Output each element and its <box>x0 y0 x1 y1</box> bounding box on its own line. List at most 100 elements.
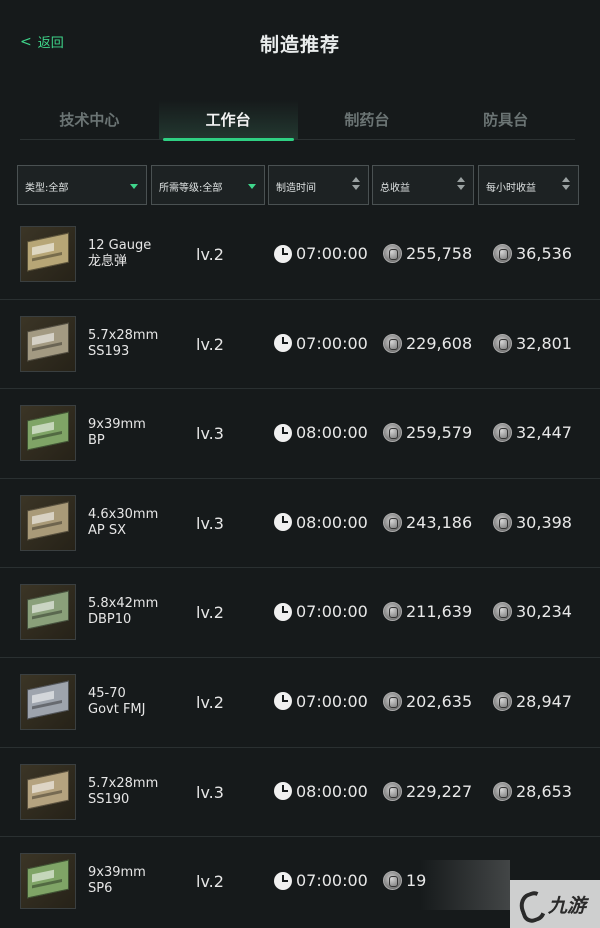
ammo-box-icon <box>27 590 69 630</box>
item-name: 45-70 Govt FMJ <box>88 686 145 718</box>
total-profit-value: 229,227 <box>406 781 473 801</box>
coin-icon <box>383 512 402 532</box>
sort-by-hourly-button[interactable]: 每小时收益 <box>478 165 579 205</box>
hourly-sort-label: 每小时收益 <box>486 183 536 194</box>
craft-time: 07:00:00 <box>274 871 368 890</box>
total-profit: 211,639 <box>383 602 473 622</box>
header: < 返回 制造推荐 <box>0 0 600 90</box>
item-name: 9x39mm SP6 <box>88 865 146 897</box>
craft-time-value: 07:00:00 <box>296 602 368 622</box>
required-level: lv.2 <box>196 603 224 623</box>
hourly-profit: 28,653 <box>493 781 572 801</box>
required-level: lv.2 <box>196 245 224 264</box>
sort-by-time-button[interactable]: 制造时间 <box>268 165 369 205</box>
total-profit: 243,186 <box>383 512 473 532</box>
coin-icon <box>493 781 512 801</box>
item-name-line2: AP SX <box>88 522 127 538</box>
sort-by-total-button[interactable]: 总收益 <box>372 165 474 205</box>
total-profit-value: 255,758 <box>406 244 473 263</box>
coin-icon <box>383 244 402 263</box>
tab-medical-station[interactable]: 制药台 <box>298 100 437 139</box>
item-name-line1: 9x39mm <box>88 417 146 433</box>
hourly-profit-value: 28,653 <box>516 781 572 801</box>
total-profit-value: 243,186 <box>406 512 473 532</box>
craft-time-value: 08:00:00 <box>296 423 368 443</box>
filter-bar: 类型:全部 所需等级:全部 制造时间 总收益 每小时收益 <box>17 165 582 207</box>
item-name-line1: 5.7x28mm <box>88 327 159 343</box>
item-name-line1: 9x39mm <box>88 865 146 881</box>
recipe-row[interactable]: 5.7x28mm SS190 lv.3 08:00:00 229,227 28,… <box>0 748 600 838</box>
coin-icon <box>383 423 402 443</box>
watermark: 九游 <box>510 880 600 928</box>
coin-icon <box>493 512 512 532</box>
required-level: lv.2 <box>196 334 224 354</box>
clock-icon <box>274 692 292 711</box>
ammo-box-thumbnail <box>20 673 76 730</box>
recipe-row[interactable]: 5.7x28mm SS193 lv.2 07:00:00 229,608 32,… <box>0 300 600 390</box>
required-level: lv.2 <box>196 692 224 712</box>
recipe-list: 12 Gauge 龙息弹 lv.2 07:00:00 255,758 36,53… <box>0 210 600 927</box>
tab-workbench[interactable]: 工作台 <box>158 100 298 141</box>
recipe-row[interactable]: 5.8x42mm DBP10 lv.2 07:00:00 211,639 30,… <box>0 568 600 658</box>
recipe-row[interactable]: 12 Gauge 龙息弹 lv.2 07:00:00 255,758 36,53… <box>0 210 600 300</box>
craft-time: 07:00:00 <box>274 334 368 353</box>
craft-time: 08:00:00 <box>274 513 368 532</box>
coin-icon <box>383 602 402 622</box>
coin-icon <box>493 244 512 263</box>
total-profit: 229,608 <box>383 333 472 353</box>
craft-time: 07:00:00 <box>274 692 368 711</box>
clock-icon <box>274 602 292 621</box>
total-profit-value: 202,635 <box>406 691 473 711</box>
coin-icon <box>383 781 402 801</box>
item-name-line2: BP <box>88 433 105 449</box>
recipe-row[interactable]: 45-70 Govt FMJ lv.2 07:00:00 202,635 28,… <box>0 658 600 748</box>
required-level: lv.3 <box>196 424 224 444</box>
item-name-line1: 12 Gauge <box>88 238 152 253</box>
ammo-box-thumbnail <box>20 226 76 282</box>
dropdown-arrow-icon <box>130 184 138 189</box>
coin-icon <box>383 871 402 891</box>
item-name-line2: Govt FMJ <box>88 701 146 717</box>
item-name-line2: DBP10 <box>88 612 132 628</box>
time-sort-label: 制造时间 <box>276 183 316 194</box>
recipe-row[interactable]: 4.6x30mm AP SX lv.3 08:00:00 243,186 30,… <box>0 479 600 569</box>
hourly-profit-value: 30,234 <box>516 602 572 622</box>
hourly-profit: 32,447 <box>493 423 572 443</box>
coin-icon <box>493 691 512 711</box>
ammo-box-icon <box>27 411 69 451</box>
type-filter-label: 类型:全部 <box>25 183 69 194</box>
tab-armor-bench[interactable]: 防具台 <box>436 100 575 139</box>
level-filter-label: 所需等级:全部 <box>159 183 223 194</box>
required-level: lv.2 <box>196 872 224 892</box>
sort-arrows-icon <box>457 177 465 195</box>
item-name-line2: SS190 <box>88 791 130 807</box>
clock-icon <box>274 423 292 442</box>
item-name-line2: 龙息弹 <box>88 254 128 269</box>
item-name-line2: SS193 <box>88 343 130 359</box>
type-filter-dropdown[interactable]: 类型:全部 <box>17 165 147 205</box>
total-profit-value: 211,639 <box>406 602 473 622</box>
hourly-profit: 30,234 <box>493 602 572 622</box>
item-name-line1: 4.6x30mm <box>88 506 159 522</box>
item-name: 5.7x28mm SS190 <box>88 776 158 808</box>
hourly-profit-value: 32,447 <box>516 423 572 443</box>
recipe-row[interactable]: 9x39mm BP lv.3 08:00:00 259,579 32,447 <box>0 389 600 479</box>
coin-icon <box>493 602 512 622</box>
item-name-line1: 5.8x42mm <box>88 596 159 612</box>
required-level: lv.3 <box>196 513 224 533</box>
craft-time-value: 07:00:00 <box>296 244 368 263</box>
hourly-profit-value: 32,801 <box>516 333 572 353</box>
hourly-profit: 32,801 <box>493 333 572 353</box>
total-profit: 255,758 <box>383 244 472 263</box>
level-filter-dropdown[interactable]: 所需等级:全部 <box>151 165 265 205</box>
sort-arrows-icon <box>352 177 360 195</box>
watermark-fade <box>420 860 510 910</box>
ammo-box-icon <box>27 859 69 899</box>
craft-time: 08:00:00 <box>274 423 368 442</box>
jiuyou-logo-icon <box>516 890 544 918</box>
ammo-box-thumbnail <box>20 853 76 910</box>
craft-time-value: 08:00:00 <box>296 512 368 532</box>
hourly-profit-value: 30,398 <box>516 512 572 532</box>
tab-tech-center[interactable]: 技术中心 <box>20 100 159 139</box>
item-name: 9x39mm BP <box>88 417 146 449</box>
